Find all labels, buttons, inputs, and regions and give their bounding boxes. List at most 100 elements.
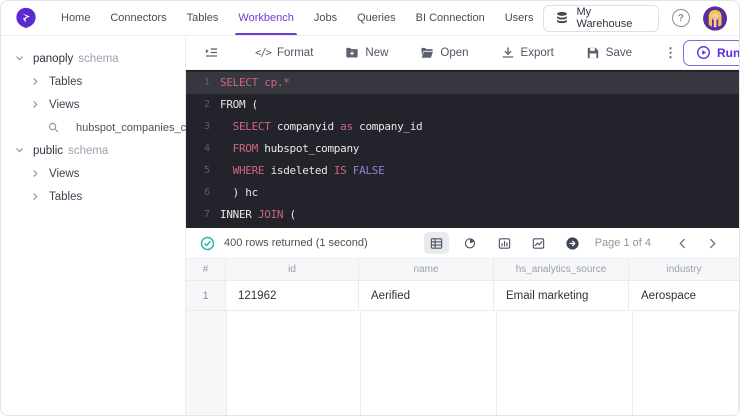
more-options-button[interactable]: ⋮ [664,45,677,61]
header-cell-hs-analytics-source: hs_analytics_source [494,259,629,281]
code-token: isdeleted [264,164,334,177]
run-button-label: Run [717,45,740,60]
sliver-cell [227,311,361,415]
sliver-cell [633,311,739,415]
open-button-label: Open [440,46,469,59]
export-button[interactable]: Export [501,46,554,60]
cell-industry[interactable]: Aerospace [629,281,739,311]
code-token: FROM [220,142,259,155]
sidebar-item-hubspot-companies-view[interactable]: hubspot_companies_cons... [1,116,213,139]
sidebar-item-public-schema[interactable]: public schema [1,139,185,162]
prev-page-button[interactable] [669,232,695,254]
format-button[interactable]: </> Format [255,47,313,59]
next-page-button[interactable] [699,232,725,254]
code-token: FALSE [346,164,385,177]
collapse-sidebar-button[interactable] [204,45,219,60]
cell-name[interactable]: Aerified [359,281,494,311]
nav-item-connectors[interactable]: Connectors [100,1,176,35]
editor-toolbar: </> Format New Open Export Save ⋮ Run [186,36,739,70]
nav-item-users[interactable]: Users [495,1,544,35]
schema-badge: schema [68,144,109,157]
sidebar-item-tables[interactable]: Tables [1,70,185,93]
table-header-row: # id name hs_analytics_source industry [186,259,739,281]
workbench-main: </> Format New Open Export Save ⋮ Run 1 … [186,36,739,415]
results-status-bar: 400 rows returned (1 second) Page 1 of 4 [186,228,739,259]
code-token: FROM ( [220,98,258,111]
code-line[interactable]: 2 FROM ( [186,94,739,116]
success-check-icon [200,236,215,251]
nav-item-bi-connection[interactable]: BI Connection [406,1,495,35]
schema-name: public [33,144,64,157]
tree-item-label: Views [49,167,80,180]
bar-chart-view-button[interactable] [492,232,517,254]
result-view-switcher [423,232,585,254]
format-button-label: Format [276,46,314,59]
header-cell-name: name [359,259,494,281]
nav-right-group: My Warehouse ? [543,4,727,32]
schema-sidebar: panoply schema Tables Views hubspot_comp… [1,36,213,415]
open-query-button[interactable]: Open [420,46,469,60]
code-token: company_id [352,120,423,133]
cell-id[interactable]: 121962 [226,281,359,311]
code-line[interactable]: 4 FROM hubspot_company [186,138,739,160]
save-disk-icon [586,46,600,60]
sql-editor[interactable]: 1 SELECT cp.* 2 FROM ( 3 SELECT companyi… [186,70,739,228]
table-view-button[interactable] [423,232,449,254]
header-cell-id: id [226,259,359,281]
header-cell-index: # [186,259,226,281]
line-number: 5 [203,165,210,176]
question-mark-icon: ? [677,12,685,24]
cell-hs-analytics-source[interactable]: Email marketing [494,281,629,311]
code-line[interactable]: 1 SELECT cp.* [186,72,739,94]
user-avatar[interactable] [702,5,727,31]
status-text: 400 rows returned (1 second) [224,237,368,249]
table-row: 1 121962 Aerified Email marketing Aerosp… [186,281,739,311]
pie-chart-view-button[interactable] [458,232,483,254]
line-chart-view-button[interactable] [526,232,551,254]
schema-name: panoply [33,52,74,65]
code-token: hubspot_company [257,142,360,155]
code-line[interactable]: 3 SELECT companyid as company_id [186,116,739,138]
chevron-right-icon [31,100,40,109]
sidebar-item-views[interactable]: Views [1,93,185,116]
chevron-down-icon [15,54,24,63]
line-number: 6 [203,187,210,198]
forward-arrow-button[interactable] [560,232,585,254]
download-icon [501,46,515,60]
nav-item-jobs[interactable]: Jobs [304,1,347,35]
line-number: 1 [203,77,210,88]
code-line[interactable]: 5 WHERE isdeleted IS FALSE [186,160,739,182]
nav-item-home[interactable]: Home [51,1,100,35]
tree-item-label: Tables [49,75,83,88]
sidebar-item-public-views[interactable]: Views [1,162,185,185]
open-folder-icon [420,46,434,60]
panoply-logo-icon[interactable] [15,7,37,29]
code-line[interactable]: 6 ) hc [186,182,739,204]
help-button[interactable]: ? [672,9,690,27]
sidebar-item-panoply-schema[interactable]: panoply schema [1,47,185,70]
code-token: as [340,120,353,133]
tree-item-label: Views [49,98,80,111]
warehouse-button[interactable]: My Warehouse [543,4,660,32]
sidebar-item-public-tables[interactable]: Tables [1,185,185,208]
nav-item-workbench[interactable]: Workbench [228,1,303,35]
save-button[interactable]: Save [586,46,632,60]
sliver-cell [361,311,497,415]
header-cell-industry: industry [629,259,739,281]
code-token: IS [333,164,347,177]
warehouse-button-label: My Warehouse [576,6,633,30]
nav-item-tables[interactable]: Tables [177,1,229,35]
code-token: JOIN [257,208,284,221]
code-token: ( [283,208,297,221]
sliver-cell [186,311,227,415]
line-number: 2 [203,99,210,110]
search-icon [48,122,68,133]
run-button[interactable]: Run [683,39,740,66]
code-line[interactable]: 7 INNER JOIN ( [186,204,739,226]
code-token: WHERE [220,164,265,177]
nav-item-queries[interactable]: Queries [347,1,406,35]
new-query-button[interactable]: New [345,46,388,60]
save-button-label: Save [605,46,633,59]
top-navbar: Home Connectors Tables Workbench Jobs Qu… [1,1,739,36]
chevron-right-icon [31,169,40,178]
